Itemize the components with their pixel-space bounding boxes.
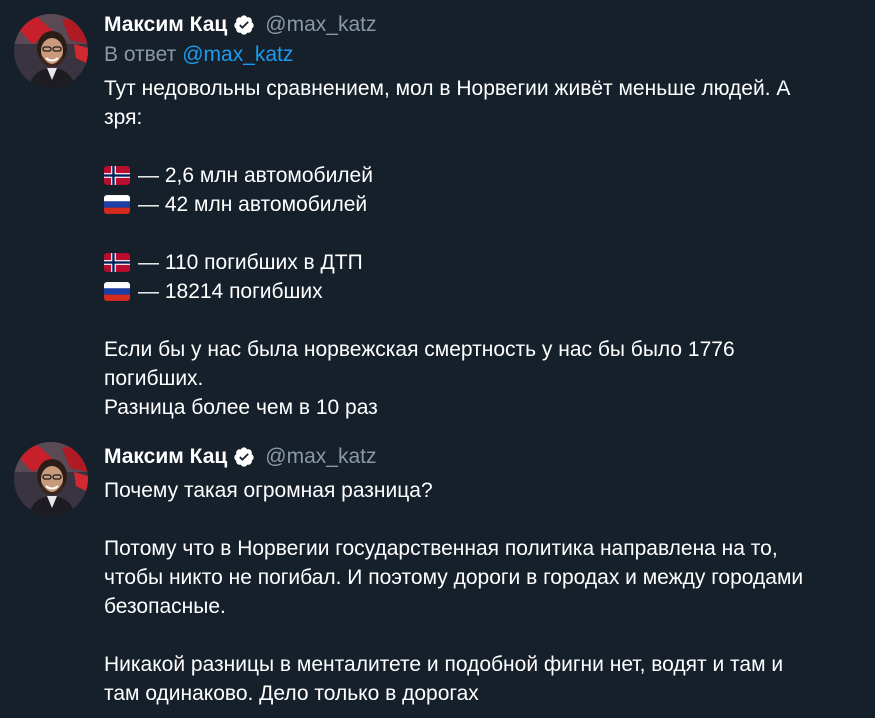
verified-badge-icon [233,446,255,468]
text-line: Никакой разницы в менталитете и подобной… [104,653,784,676]
stat-line: — 2,6 млн автомобилей [104,161,844,190]
stat-line: — 42 млн автомобилей [104,190,844,219]
text-line: погибших. [104,367,204,390]
text-line [104,306,844,335]
reply-prefix: В ответ [104,43,177,66]
tweet-text: Почему такая огромная разница? Потому чт… [104,476,844,708]
reply-mention-link[interactable]: @max_katz [182,43,293,66]
norway-flag-icon [104,166,130,185]
text-line: чтобы никто не погибал. И поэтому дороги… [104,566,804,589]
tweet-text: Тут недовольны сравнением, мол в Норвеги… [104,74,844,422]
stat-line: — 110 погибших в ДТП [104,248,844,277]
tweet-header: Максим Кац @max_katz [104,442,844,472]
stat-line: — 18214 погибших [104,277,844,306]
text-line: Потому что в Норвегии государственная по… [104,537,778,560]
text-line: там одинаково. Дело только в дорогах [104,682,479,705]
author-handle[interactable]: @max_katz [265,445,376,469]
text-line: Тут недовольны сравнением, мол в Норвеги… [104,77,791,100]
avatar[interactable] [14,14,88,88]
text-line [104,505,844,534]
text-line: Разница более чем в 10 раз [104,396,378,419]
text-line [104,621,844,650]
tweet-header: Максим Кац @max_katz [104,10,844,40]
reply-context: В ответ @max_katz [104,40,844,70]
avatar[interactable] [14,442,88,516]
text-line: зря: [104,106,143,129]
norway-flag-icon [104,253,130,272]
author-handle[interactable]: @max_katz [265,13,376,37]
author-name[interactable]: Максим Кац [104,13,227,37]
russia-flag-icon [104,195,130,214]
text-line: Если бы у нас была норвежская смертность… [104,338,735,361]
author-name[interactable]: Максим Кац [104,445,227,469]
verified-badge-icon [233,14,255,36]
text-line [104,219,844,248]
text-line: безопасные. [104,595,226,618]
text-line: Почему такая огромная разница? [104,479,433,502]
text-line [104,132,844,161]
russia-flag-icon [104,282,130,301]
